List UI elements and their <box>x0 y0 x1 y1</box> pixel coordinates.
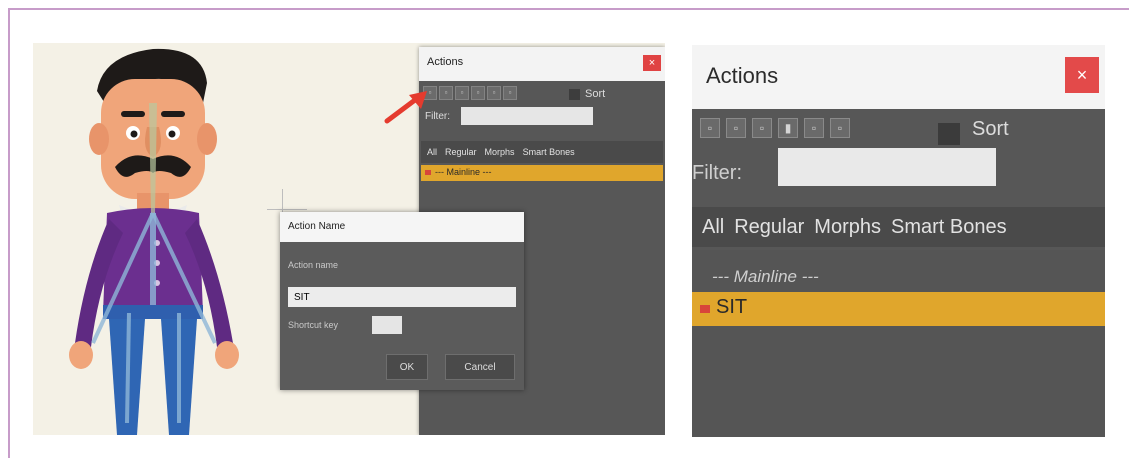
actions-window-titlebar: Actions × <box>692 45 1105 109</box>
close-icon[interactable]: × <box>1065 57 1099 93</box>
filter-input[interactable] <box>461 107 593 125</box>
mainline-item[interactable]: --- Mainline --- <box>712 267 819 287</box>
frame-left-border <box>8 8 10 458</box>
tab-all[interactable]: All <box>702 216 724 239</box>
action-name-input[interactable] <box>288 287 516 307</box>
actions-window-small-titlebar: Actions × <box>419 47 665 81</box>
position-guide-h <box>267 209 307 210</box>
frame-top-border <box>8 8 1129 10</box>
filter-label: Filter: <box>692 162 742 184</box>
action-name-label: Action name <box>288 260 339 270</box>
sort-label: Sort <box>585 88 606 100</box>
delete-action-icon[interactable]: ▫ <box>471 86 485 100</box>
duplicate-action-icon[interactable]: ▫ <box>752 118 772 138</box>
left-screenshot: Actions × ▫ ▫ ▫ ▫ ▫ ▫ Sort Filter: All R… <box>33 43 665 435</box>
append-action-icon[interactable]: ▫ <box>503 86 517 100</box>
tab-regular[interactable]: Regular <box>445 147 477 157</box>
tab-smart-bones[interactable]: Smart Bones <box>891 216 1007 239</box>
actions-window-zoomed: Actions × ▫ ▫ ▫ ▮ ▫ ▫ Sort Filter: All R… <box>692 45 1105 437</box>
actions-tabs: All Regular Morphs Smart Bones <box>692 207 1105 247</box>
action-item-selected[interactable]: SIT <box>692 292 1105 326</box>
duplicate-action-icon[interactable]: ▫ <box>455 86 469 100</box>
active-marker-icon <box>700 305 710 313</box>
actions-window-small-title: Actions <box>427 56 464 68</box>
tab-morphs[interactable]: Morphs <box>814 216 881 239</box>
sort-checkbox[interactable] <box>938 123 960 145</box>
action-item-label: SIT <box>716 296 748 318</box>
cancel-button[interactable]: Cancel <box>445 354 515 380</box>
insert-action-icon[interactable]: ▫ <box>804 118 824 138</box>
tab-regular[interactable]: Regular <box>734 216 804 239</box>
dialog-title: Action Name <box>288 221 346 232</box>
insert-action-icon[interactable]: ▫ <box>487 86 501 100</box>
sort-checkbox[interactable] <box>569 89 580 100</box>
tab-all[interactable]: All <box>427 147 437 157</box>
append-action-icon[interactable]: ▫ <box>830 118 850 138</box>
active-marker-icon <box>425 170 431 175</box>
red-arrow-icon <box>384 91 427 124</box>
actions-tabs-small: All Regular Morphs Smart Bones <box>421 141 663 163</box>
mainline-label: --- Mainline --- <box>435 167 492 177</box>
shortcut-key-label: Shortcut key <box>288 320 339 330</box>
tab-morphs[interactable]: Morphs <box>485 147 515 157</box>
actions-toolbar: ▫ ▫ ▫ ▮ ▫ ▫ <box>700 118 850 138</box>
action-name-dialog: Action Name Action name Shortcut key OK … <box>280 212 524 390</box>
filter-input[interactable] <box>778 148 996 186</box>
copy-action-icon[interactable]: ▫ <box>439 86 453 100</box>
close-icon[interactable]: × <box>643 55 661 71</box>
copy-action-icon[interactable]: ▫ <box>726 118 746 138</box>
action-name-dialog-titlebar: Action Name <box>280 212 524 242</box>
ok-button[interactable]: OK <box>386 354 428 380</box>
delete-action-icon[interactable]: ▮ <box>778 118 798 138</box>
actions-toolbar-small: ▫ ▫ ▫ ▫ ▫ ▫ <box>423 86 517 102</box>
new-action-icon[interactable]: ▫ <box>700 118 720 138</box>
mainline-row[interactable]: --- Mainline --- <box>421 165 663 181</box>
tab-smart-bones[interactable]: Smart Bones <box>523 147 575 157</box>
sort-label: Sort <box>972 118 1009 140</box>
actions-window-title: Actions <box>706 63 779 88</box>
shortcut-key-input[interactable] <box>372 316 402 334</box>
